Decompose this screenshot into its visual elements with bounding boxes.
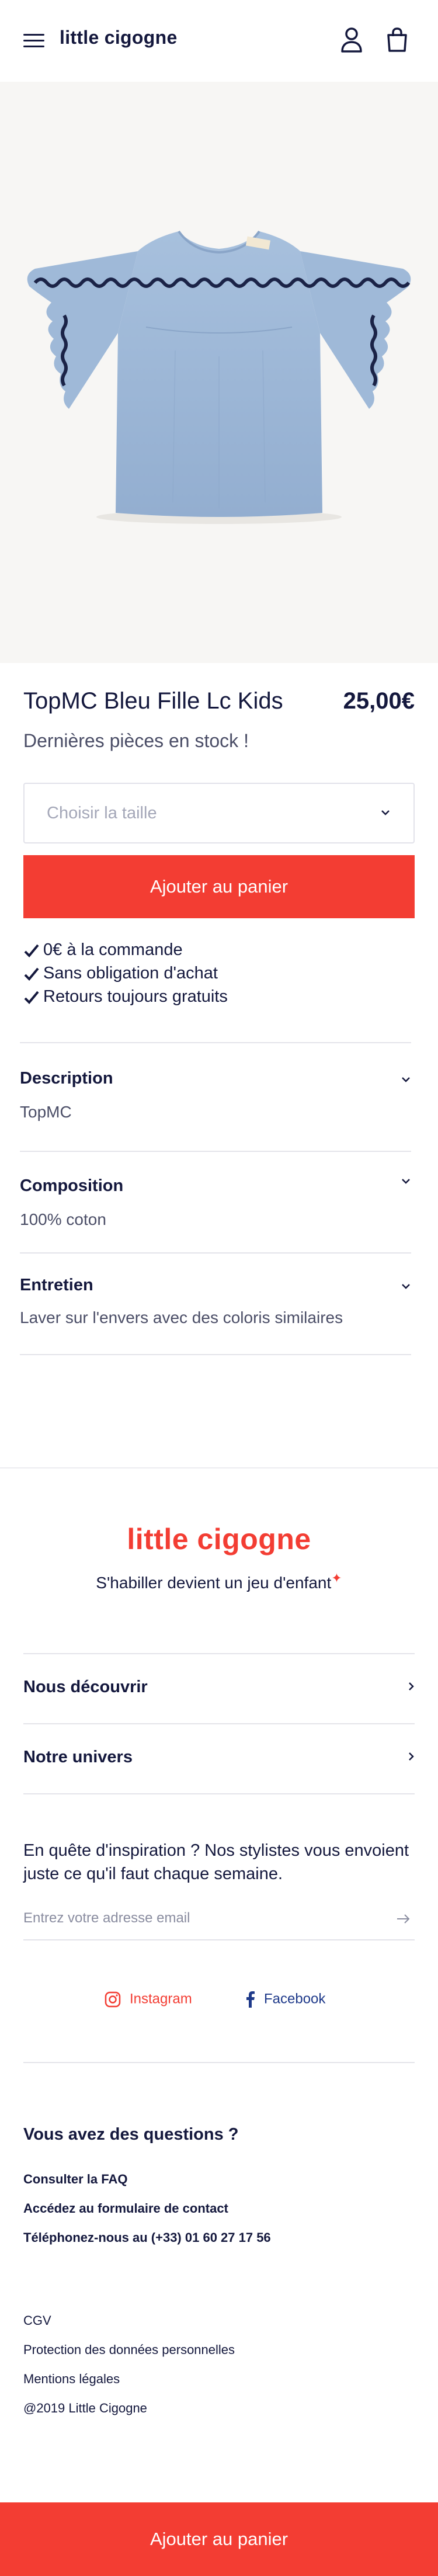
footer-tagline-text: S'habiller devient un jeu d'enfant [96, 1574, 332, 1592]
phone-link[interactable]: Téléphonez-nous au (+33) 01 60 27 17 56 [23, 2230, 271, 2245]
chevron-down-icon [381, 808, 390, 819]
privacy-link[interactable]: Protection des données personnelles [23, 2342, 235, 2358]
arrow-right-icon[interactable] [396, 1914, 411, 1924]
legal-notice-link[interactable]: Mentions légales [23, 2372, 120, 2387]
benefit-item: Retours toujours gratuits [23, 987, 228, 1011]
size-select-label: Choisir la taille [47, 804, 157, 822]
chevron-down-icon[interactable] [401, 1076, 411, 1083]
brand-logo[interactable]: little cigogne [60, 27, 178, 48]
faq-link[interactable]: Consulter la FAQ [23, 2172, 127, 2187]
check-icon [24, 944, 39, 957]
footer-logo[interactable]: little cigogne [0, 1522, 438, 1556]
check-icon [24, 967, 39, 981]
user-icon[interactable] [340, 27, 363, 53]
instagram-icon [105, 1991, 121, 2008]
add-to-cart-button[interactable]: Ajouter au panier [23, 855, 415, 918]
divider [23, 1793, 415, 1794]
footer-separator [0, 1467, 438, 1468]
divider [20, 1354, 411, 1355]
facebook-icon [246, 1991, 255, 2008]
footer-nav-label: Nous découvrir [23, 1678, 148, 1696]
check-icon [24, 991, 39, 1004]
footer-tagline: S'habiller devient un jeu d'enfant✦ [0, 1571, 438, 1592]
accordion-composition-title[interactable]: Composition [20, 1176, 123, 1196]
footer-nav-notre-univers[interactable]: Notre univers [23, 1724, 415, 1793]
sticky-add-to-cart-button[interactable]: Ajouter au panier [0, 2502, 438, 2576]
accordion-description-body: TopMC [20, 1103, 72, 1121]
divider [20, 1151, 411, 1152]
size-select[interactable]: Choisir la taille [23, 783, 415, 843]
accordion-composition-body: 100% coton [20, 1210, 106, 1228]
newsletter-text: En quête d'inspiration ? Nos stylistes v… [23, 1841, 409, 1883]
accordion-description-title[interactable]: Description [20, 1069, 113, 1088]
product-title: TopMC Bleu Fille Lc Kids [23, 688, 283, 714]
divider [20, 1042, 411, 1043]
footer-nav-nous-decouvrir[interactable]: Nous découvrir [23, 1654, 415, 1723]
instagram-label: Instagram [130, 1991, 192, 2007]
copyright: @2019 Little Cigogne [23, 2401, 147, 2415]
top-header: little cigogne [0, 0, 438, 82]
instagram-link[interactable]: Instagram [104, 1991, 192, 2008]
benefit-label: Sans obligation d'achat [43, 964, 218, 983]
product-price: 25,00€ [343, 688, 415, 714]
chevron-right-icon [409, 1752, 414, 1761]
stock-status: Dernières pièces en stock ! [23, 730, 249, 751]
questions-title: Vous avez des questions ? [23, 2125, 239, 2144]
divider [23, 2062, 415, 2063]
accordion-entretien-body: Laver sur l'envers avec des coloris simi… [20, 1308, 343, 1327]
benefit-label: Retours toujours gratuits [43, 987, 228, 1006]
divider [20, 1252, 411, 1254]
email-input[interactable] [23, 1905, 415, 1940]
footer-nav-label: Notre univers [23, 1748, 133, 1766]
cgv-link[interactable]: CGV [23, 2313, 51, 2328]
benefits-list: 0€ à la commande Sans obligation d'achat… [23, 940, 228, 1011]
benefit-item: Sans obligation d'achat [23, 964, 228, 987]
chevron-right-icon [409, 1682, 414, 1690]
facebook-link[interactable]: Facebook [245, 1991, 325, 2008]
chevron-down-icon[interactable] [401, 1178, 411, 1185]
product-image [0, 82, 438, 663]
facebook-label: Facebook [264, 1991, 326, 2007]
accordion-entretien-title[interactable]: Entretien [20, 1276, 93, 1295]
hamburger-menu-icon[interactable] [23, 33, 44, 49]
chevron-down-icon[interactable] [401, 1283, 411, 1290]
sparkle-icon: ✦ [331, 1571, 342, 1585]
contact-form-link[interactable]: Accédez au formulaire de contact [23, 2201, 228, 2216]
benefit-item: 0€ à la commande [23, 940, 228, 964]
shopping-bag-icon[interactable] [385, 27, 409, 53]
benefit-label: 0€ à la commande [43, 940, 183, 959]
